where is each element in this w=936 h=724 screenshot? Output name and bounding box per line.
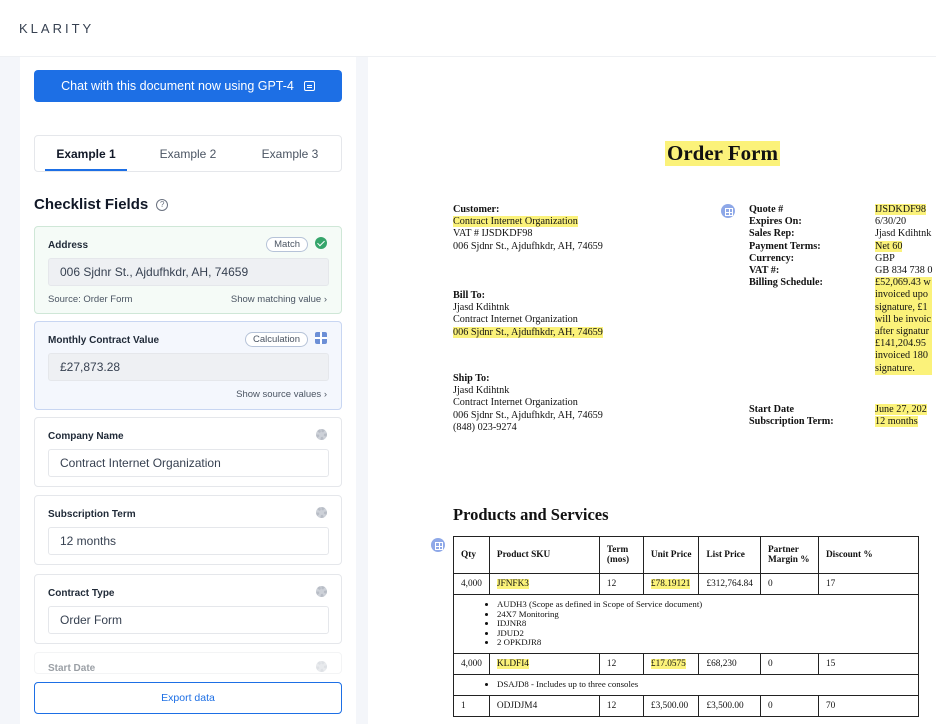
gear-icon[interactable] — [316, 586, 327, 597]
term-labels: Start Date Subscription Term: — [749, 404, 834, 428]
chat-icon — [303, 81, 315, 91]
address-value-field[interactable]: 006 Sjdnr St., Ajdufhkdr, AH, 74659 — [48, 258, 329, 286]
example-tabs: Example 1 Example 2 Example 3 — [34, 135, 342, 172]
field-card-subscription-term[interactable]: Subscription Term 12 months — [34, 495, 342, 565]
term-values: June 27, 202 12 months — [875, 404, 927, 428]
bill-to-address-highlight[interactable]: 006 Sjdnr St., Ajdufhkdr, AH, 74659 — [453, 326, 603, 338]
top-bar: KLARITY — [0, 0, 936, 57]
table-row-description: DSAJD8 - Includes up to three consoles — [453, 673, 919, 696]
show-source-values-link[interactable]: Show source values › — [236, 389, 327, 400]
table-row: 1 ODJDJM4 12 £3,500.00 £3,500.00 0 70 — [453, 694, 919, 717]
billing-schedule-highlight[interactable]: £52,069.43 w invoiced upo signature, £1 … — [875, 277, 933, 375]
field-card-company-name[interactable]: Company Name Contract Internet Organizat… — [34, 417, 342, 487]
table-grid-icon[interactable] — [431, 538, 445, 552]
table-grid-icon[interactable] — [721, 204, 735, 218]
field-label: Start Date — [48, 663, 96, 674]
field-label: Monthly Contract Value — [48, 335, 160, 346]
products-heading: Products and Services — [453, 505, 609, 524]
calculation-badge: Calculation — [245, 332, 308, 347]
field-card-monthly-contract-value[interactable]: Monthly Contract Value Calculation £27,8… — [34, 321, 342, 410]
field-card-address[interactable]: Address Match 006 Sjdnr St., Ajdufhkdr, … — [34, 226, 342, 314]
checklist-title: Checklist Fields ? — [34, 196, 169, 213]
field-label: Company Name — [48, 431, 124, 442]
table-row: 4,000 JFNFK3 12 £78.19121 £312,764.84 0 … — [453, 573, 919, 595]
field-card-contract-type[interactable]: Contract Type Order Form — [34, 574, 342, 644]
calculator-icon — [315, 332, 327, 344]
start-date-highlight[interactable]: June 27, 202 — [875, 404, 927, 415]
document-title: Order Form — [665, 141, 780, 166]
contract-type-field[interactable]: Order Form — [48, 606, 329, 634]
products-table: Qty Product SKU Term (mos) Unit Price Li… — [453, 536, 919, 717]
table-row: 4,000 KLDFI4 12 £17.0575 £68,230 0 15 — [453, 652, 919, 675]
gear-icon[interactable] — [316, 429, 327, 440]
quote-labels: Quote # Expires On: Sales Rep: Payment T… — [749, 204, 823, 289]
payment-terms-highlight[interactable]: Net 60 — [875, 240, 903, 252]
help-icon[interactable]: ? — [156, 198, 169, 211]
ship-to-block: Ship To: Jjasd Kdihtnk Contract Internet… — [453, 373, 603, 433]
table-header-row: Qty Product SKU Term (mos) Unit Price Li… — [453, 536, 919, 574]
customer-name-highlight[interactable]: Contract Internet Organization — [453, 216, 578, 228]
checklist-panel: Chat with this document now using GPT-4 … — [20, 57, 356, 724]
field-card-start-date[interactable]: Start Date — [34, 652, 342, 674]
klarity-logo[interactable]: KLARITY — [19, 21, 94, 36]
field-source: Source: Order Form — [48, 294, 133, 305]
gear-icon[interactable] — [316, 661, 327, 672]
customer-block: Customer: Contract Internet Organization… — [453, 204, 603, 252]
export-data-button[interactable]: Export data — [34, 682, 342, 714]
field-label: Subscription Term — [48, 509, 136, 520]
check-circle-icon — [315, 237, 327, 249]
tab-example-3[interactable]: Example 3 — [239, 136, 341, 171]
checklist-title-text: Checklist Fields — [34, 196, 149, 213]
subscription-term-highlight[interactable]: 12 months — [875, 416, 918, 428]
document-viewer[interactable]: Order Form Customer: Contract Internet O… — [368, 57, 936, 724]
quote-number-highlight[interactable]: IJSDKDF98 — [875, 204, 926, 215]
chat-button-label: Chat with this document now using GPT-4 — [61, 79, 294, 93]
show-matching-value-link[interactable]: Show matching value › — [231, 294, 327, 305]
tab-example-2[interactable]: Example 2 — [137, 136, 239, 171]
field-label: Address — [48, 240, 89, 251]
tab-example-1[interactable]: Example 1 — [35, 136, 137, 171]
chat-with-document-button[interactable]: Chat with this document now using GPT-4 — [34, 70, 342, 102]
subscription-term-field[interactable]: 12 months — [48, 527, 329, 555]
field-label: Contract Type — [48, 588, 115, 599]
quote-values: IJSDKDF98 6/30/20 Jjasd Kdihtnk Net 60 G… — [875, 204, 933, 375]
monthly-value-field[interactable]: £27,873.28 — [48, 353, 329, 381]
table-row-description: AUDH3 (Scope as defined in Scope of Serv… — [453, 594, 919, 654]
gear-icon[interactable] — [316, 507, 327, 518]
company-name-field[interactable]: Contract Internet Organization — [48, 449, 329, 477]
match-badge: Match — [266, 237, 308, 252]
bill-to-block: Bill To: Jjasd Kdihtnk Contract Internet… — [453, 290, 603, 338]
